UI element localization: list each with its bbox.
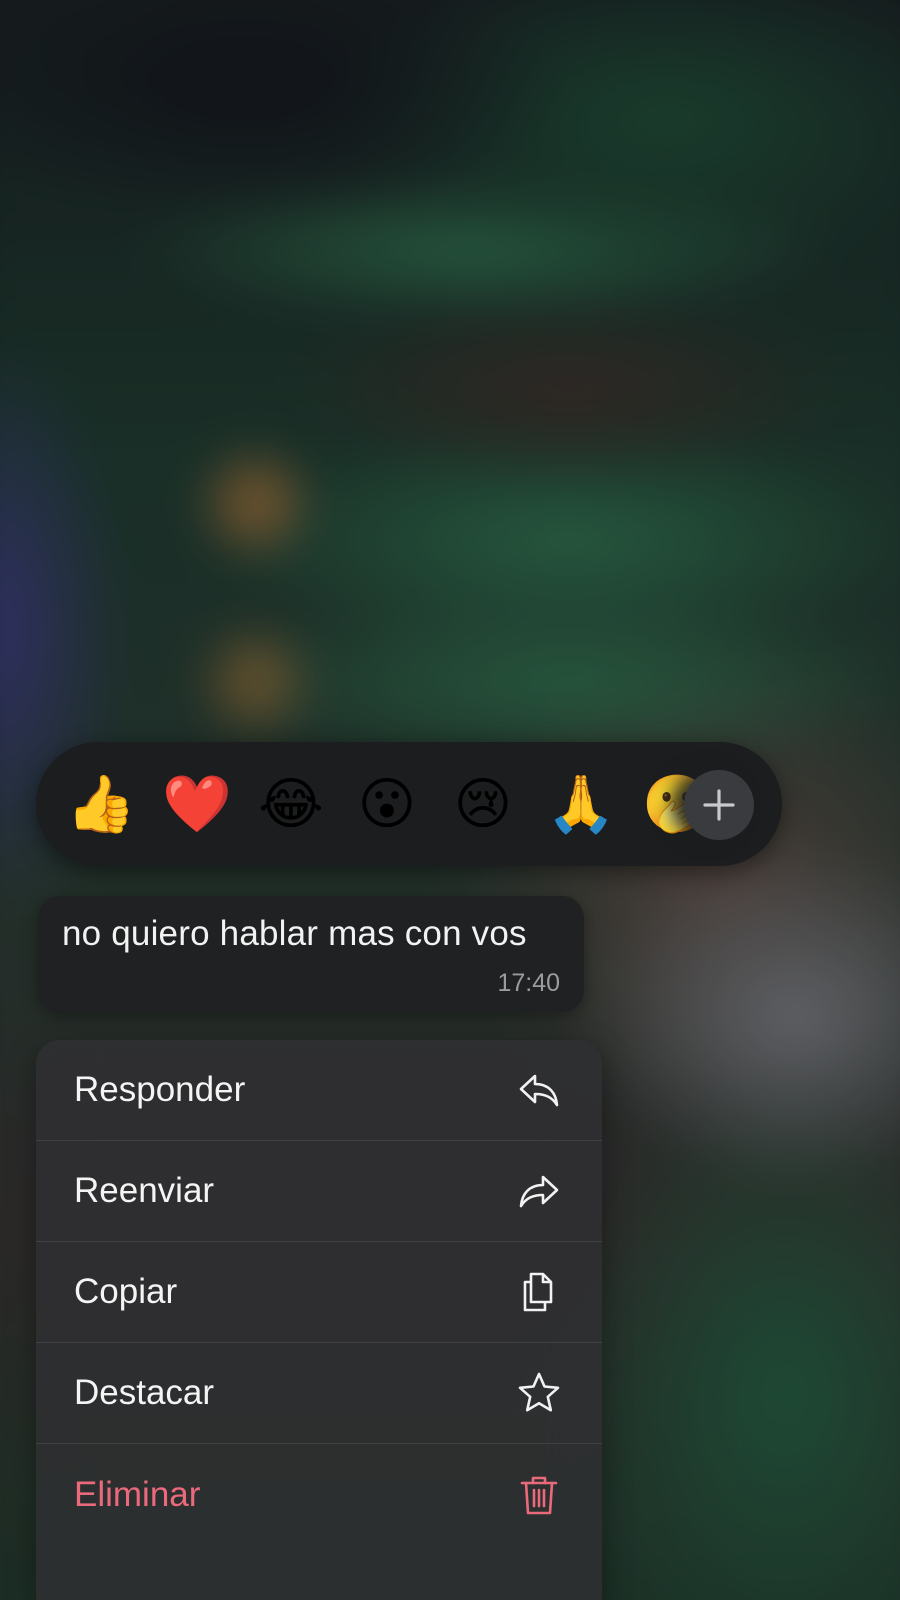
reaction-surprised-face[interactable]: 😮	[354, 772, 420, 838]
menu-item-label: Copiar	[74, 1272, 178, 1311]
add-reaction-button[interactable]	[684, 770, 754, 840]
reaction-tears-of-joy[interactable]: 😂	[258, 772, 324, 838]
trash-icon	[516, 1472, 562, 1518]
forward-icon	[516, 1168, 562, 1214]
menu-item-label: Eliminar	[74, 1474, 201, 1514]
reaction-red-heart[interactable]: ❤️	[162, 772, 232, 838]
menu-item-reenviar[interactable]: Reenviar	[36, 1141, 602, 1242]
menu-item-eliminar[interactable]: Eliminar	[36, 1444, 602, 1545]
plus-icon	[703, 789, 735, 821]
reaction-crying-face[interactable]: 😢	[450, 772, 516, 838]
reaction-thumbs-up[interactable]: 👍	[66, 772, 136, 838]
message-bubble[interactable]: no quiero hablar mas con vos 17:40	[38, 896, 584, 1012]
screen: 👍 ❤️ 😂 😮 😢 🙏 🫢 no quiero hablar mas con …	[0, 0, 900, 1600]
copy-icon	[516, 1269, 562, 1315]
menu-item-copiar[interactable]: Copiar	[36, 1242, 602, 1343]
reaction-bar: 👍 ❤️ 😂 😮 😢 🙏 🫢	[36, 742, 782, 866]
star-icon	[516, 1370, 562, 1416]
menu-item-label: Reenviar	[74, 1171, 215, 1210]
context-menu: Responder Reenviar Copiar Destacar Elimi…	[36, 1040, 602, 1600]
reply-icon	[516, 1067, 562, 1113]
reaction-folded-hands[interactable]: 🙏	[546, 772, 616, 838]
menu-item-label: Responder	[74, 1070, 246, 1109]
message-timestamp: 17:40	[497, 969, 560, 997]
menu-item-label: Destacar	[74, 1373, 215, 1412]
message-text: no quiero hablar mas con vos	[62, 914, 527, 953]
menu-item-responder[interactable]: Responder	[36, 1040, 602, 1141]
menu-item-destacar[interactable]: Destacar	[36, 1343, 602, 1444]
